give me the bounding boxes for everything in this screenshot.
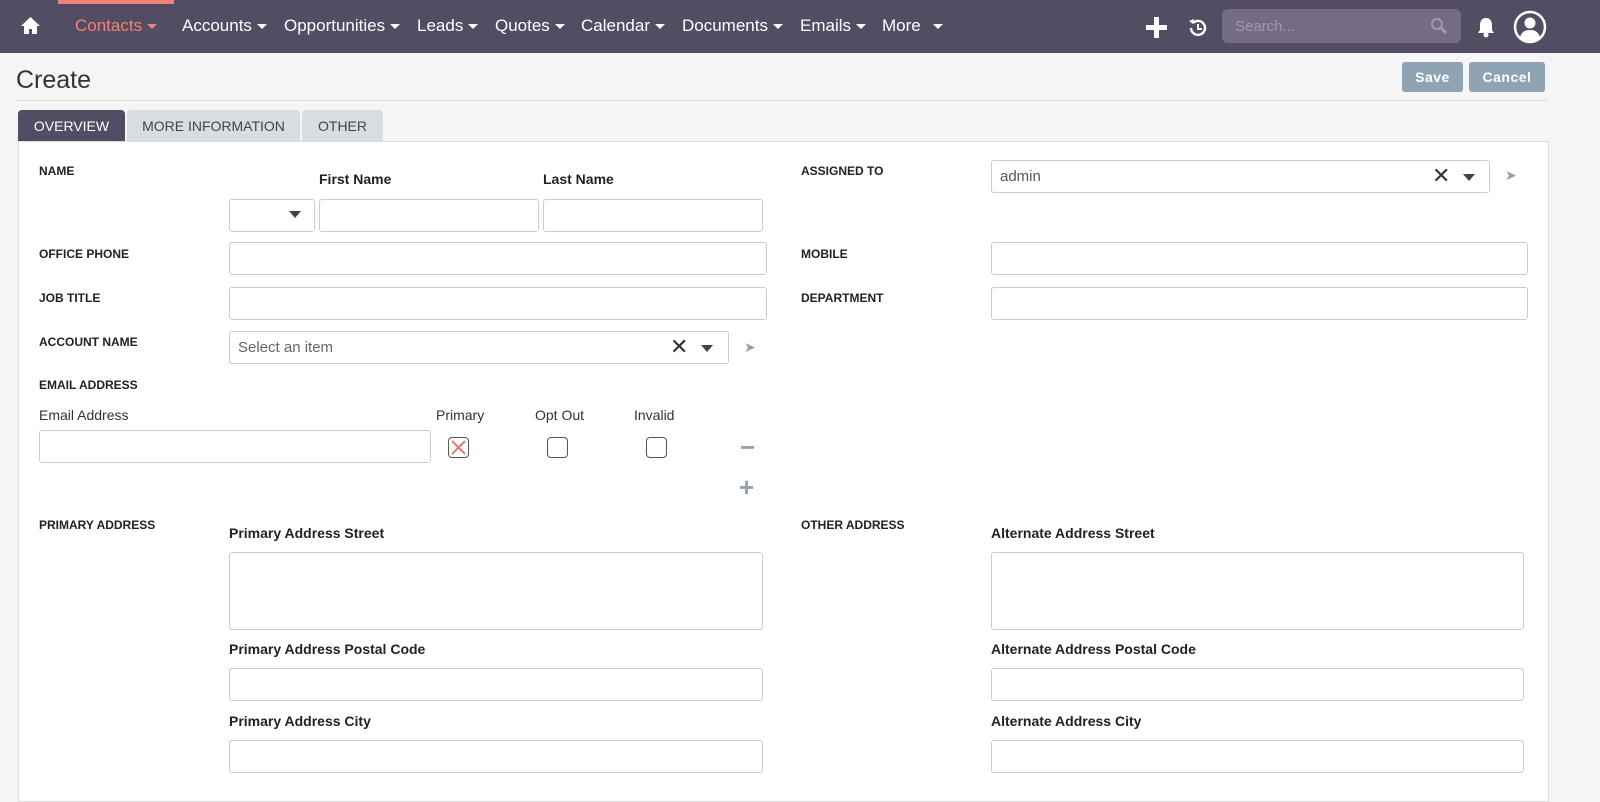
email-address-label: EMAIL ADDRESS <box>39 378 138 392</box>
nav-leads[interactable]: Leads <box>417 16 479 36</box>
nav-emails[interactable]: Emails <box>800 16 867 36</box>
department-input[interactable] <box>991 287 1528 320</box>
first-name-input[interactable] <box>319 199 539 232</box>
job-title-input[interactable] <box>229 287 767 320</box>
home-icon[interactable] <box>20 16 41 35</box>
cancel-button[interactable]: Cancel <box>1469 62 1545 92</box>
search-input[interactable] <box>1222 9 1461 43</box>
top-nav: Contacts Accounts Opportunities Leads Qu… <box>0 0 1600 53</box>
tab-more-information[interactable]: MORE INFORMATION <box>127 110 300 142</box>
email-address-input[interactable] <box>39 430 431 463</box>
opt-out-checkbox[interactable] <box>547 437 568 458</box>
primary-city-input[interactable] <box>229 740 763 773</box>
nav-accounts[interactable]: Accounts <box>182 16 267 36</box>
chevron-down-icon[interactable] <box>1463 174 1475 181</box>
job-title-label: JOB TITLE <box>39 291 101 305</box>
alternate-postal-input[interactable] <box>991 668 1524 701</box>
remove-email-icon[interactable]: − <box>740 434 755 460</box>
search-icon[interactable] <box>1430 17 1448 35</box>
mobile-label: MOBILE <box>801 247 848 261</box>
last-name-input[interactable] <box>543 199 763 232</box>
divider <box>16 100 1548 101</box>
clear-icon[interactable]: ✕ <box>670 336 688 358</box>
add-email-icon[interactable]: + <box>739 474 754 500</box>
email-column-header: Email Address <box>39 407 129 423</box>
user-avatar-icon[interactable] <box>1513 10 1547 44</box>
name-label: NAME <box>39 164 75 178</box>
assigned-to-select[interactable]: admin <box>991 160 1490 193</box>
active-indicator <box>58 0 174 4</box>
form-panel <box>18 141 1549 802</box>
primary-postal-input[interactable] <box>229 668 763 701</box>
nav-quotes[interactable]: Quotes <box>495 16 565 36</box>
primary-city-label: Primary Address City <box>229 713 371 729</box>
other-address-label: OTHER ADDRESS <box>801 518 905 532</box>
nav-documents[interactable]: Documents <box>682 16 783 36</box>
nav-opportunities[interactable]: Opportunities <box>284 16 401 36</box>
nav-more[interactable]: More <box>882 16 943 36</box>
first-name-label: First Name <box>319 171 392 187</box>
invalid-checkbox[interactable] <box>646 437 667 458</box>
assigned-to-label: ASSIGNED TO <box>801 164 884 178</box>
opt-out-column-header: Opt Out <box>535 407 585 423</box>
select-pointer-icon[interactable]: ➤ <box>744 339 756 356</box>
invalid-column-header: Invalid <box>634 407 675 423</box>
page-title: Create <box>16 66 92 94</box>
save-button[interactable]: Save <box>1402 62 1463 92</box>
alternate-street-textarea[interactable] <box>991 552 1524 630</box>
chevron-down-icon <box>289 211 301 218</box>
salutation-select[interactable] <box>229 199 315 232</box>
tab-overview[interactable]: OVERVIEW <box>18 110 125 142</box>
primary-checkbox[interactable] <box>448 437 469 458</box>
primary-street-textarea[interactable] <box>229 552 763 630</box>
alternate-city-label: Alternate Address City <box>991 713 1142 729</box>
primary-address-label: PRIMARY ADDRESS <box>39 518 156 532</box>
select-pointer-icon[interactable]: ➤ <box>1505 167 1517 184</box>
nav-contacts[interactable]: Contacts <box>75 16 158 36</box>
x-mark-icon <box>451 440 466 455</box>
account-name-select[interactable]: Select an item <box>229 331 729 364</box>
bell-icon[interactable] <box>1476 16 1496 38</box>
primary-street-label: Primary Address Street <box>229 525 385 541</box>
mobile-input[interactable] <box>991 242 1528 275</box>
history-icon[interactable] <box>1187 17 1209 39</box>
alternate-postal-label: Alternate Address Postal Code <box>991 641 1196 657</box>
chevron-down-icon[interactable] <box>701 345 713 352</box>
nav-calendar[interactable]: Calendar <box>581 16 665 36</box>
primary-postal-label: Primary Address Postal Code <box>229 641 426 657</box>
department-label: DEPARTMENT <box>801 291 884 305</box>
last-name-label: Last Name <box>543 171 614 187</box>
account-name-label: ACCOUNT NAME <box>39 335 138 349</box>
clear-icon[interactable]: ✕ <box>1432 165 1450 187</box>
office-phone-input[interactable] <box>229 242 767 275</box>
office-phone-label: OFFICE PHONE <box>39 247 130 261</box>
plus-icon[interactable] <box>1146 17 1167 38</box>
alternate-city-input[interactable] <box>991 740 1524 773</box>
alternate-street-label: Alternate Address Street <box>991 525 1155 541</box>
primary-column-header: Primary <box>436 407 485 423</box>
tab-other[interactable]: OTHER <box>302 110 383 142</box>
